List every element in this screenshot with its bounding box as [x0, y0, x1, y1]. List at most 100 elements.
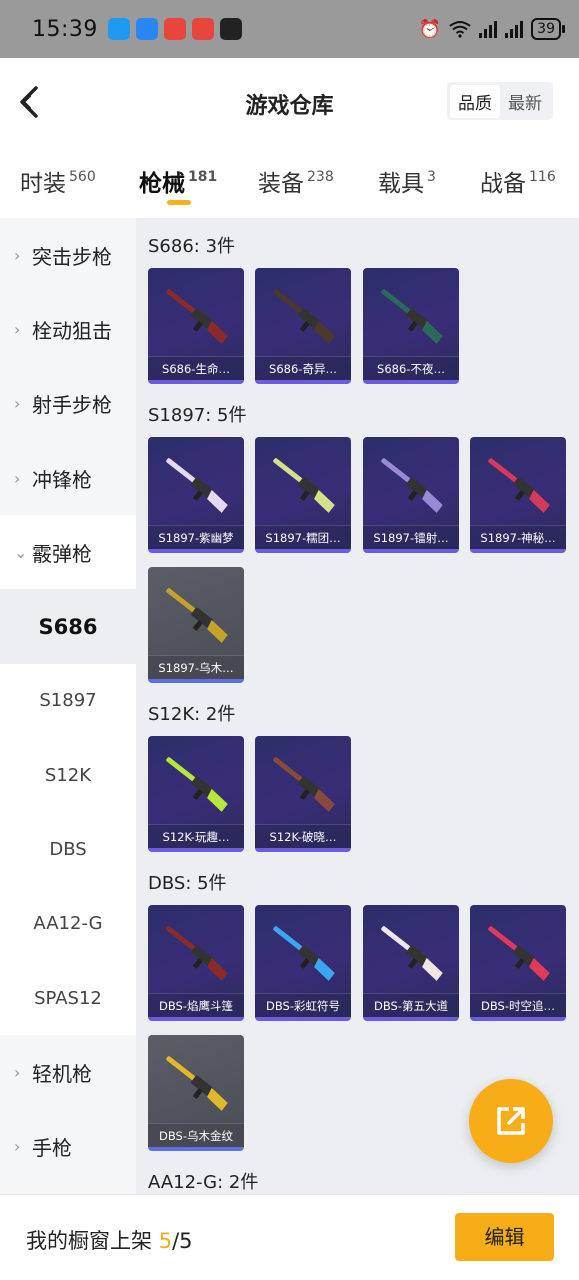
- tab-label: 战备: [480, 171, 526, 197]
- weapon-skin-card[interactable]: S1897-镭射…: [363, 437, 459, 553]
- weapon-skin-card[interactable]: S1897-神秘…: [470, 437, 566, 553]
- weapon-skin-card[interactable]: DBS-第五大道: [363, 905, 459, 1021]
- weapon-skin-card[interactable]: DBS-彩虹符号: [255, 905, 351, 1021]
- weapon-skin-card[interactable]: S1897-糯团…: [255, 437, 351, 553]
- notification-app-icon: [135, 18, 158, 40]
- tab-label: 枪械: [139, 171, 185, 197]
- sidebar-item[interactable]: DBS: [0, 812, 136, 887]
- weapon-skin-name: DBS-时空追…: [470, 993, 566, 1017]
- chevron-right-icon: ›: [14, 319, 21, 339]
- sidebar-item-label: DBS: [49, 839, 87, 861]
- sidebar-item-label: 轻机枪: [32, 1061, 92, 1086]
- active-tab-indicator: [167, 200, 191, 205]
- alarm-icon: ⏰: [418, 18, 442, 40]
- weapon-skin-card[interactable]: DBS-乌木金纹: [148, 1035, 244, 1151]
- signal-icon-2: [505, 20, 524, 38]
- shotgun-skin-icon: [166, 289, 228, 344]
- sidebar-item[interactable]: S686: [0, 589, 136, 664]
- weapon-skin-card[interactable]: DBS-焰鹰斗篷: [148, 905, 244, 1021]
- category-tabs: 时装 560 枪械 181 装备 238 载具 3 战备 116: [0, 146, 579, 218]
- sidebar-item-label: 突击步枪: [32, 244, 112, 269]
- weapon-skin-name: S686-不夜…: [363, 356, 459, 380]
- weapon-skin-card[interactable]: S686-奇异…: [255, 268, 351, 384]
- weapon-skin-card[interactable]: S12K-破晓…: [255, 736, 351, 852]
- tab-count: 116: [529, 169, 556, 185]
- shotgun-skin-icon: [166, 757, 228, 812]
- sidebar-item-label: 手枪: [32, 1136, 72, 1161]
- sidebar-item[interactable]: SPAS12: [0, 960, 136, 1036]
- notification-app-icon: [219, 18, 242, 40]
- tab-label: 载具: [378, 171, 424, 197]
- signal-icon: [479, 20, 498, 38]
- sidebar-item-label: 冲锋枪: [32, 467, 92, 492]
- group-title: AA12-G: 2件: [148, 1172, 259, 1193]
- showcase-title: 我的橱窗上架: [26, 1229, 152, 1253]
- tab-equipment[interactable]: 装备 238: [258, 164, 334, 198]
- shotgun-skin-icon: [273, 926, 335, 981]
- notification-app-icon: [163, 18, 186, 40]
- weapon-skin-card[interactable]: S686-生命…: [148, 268, 244, 384]
- sidebar-item[interactable]: › 冲锋枪: [0, 441, 136, 515]
- tab-count: 560: [69, 169, 96, 185]
- share-fab-button[interactable]: [469, 1079, 553, 1163]
- weapon-skin-name: S1897-紫幽梦: [148, 525, 244, 549]
- weapon-skin-card[interactable]: S1897-紫幽梦: [148, 437, 244, 553]
- notification-app-icon: [191, 18, 214, 40]
- weapon-skin-card[interactable]: S1897-乌木…: [148, 567, 244, 683]
- sidebar-item-label: 霰弹枪: [32, 541, 92, 566]
- shotgun-skin-icon: [381, 289, 443, 344]
- sidebar-item[interactable]: ⌄ 霰弹枪: [0, 515, 136, 590]
- sidebar-item[interactable]: › 轻机枪: [0, 1035, 136, 1109]
- tab-label: 时装: [20, 171, 66, 197]
- weapon-category-sidebar: › 突击步枪 › 栓动狙击 › 射手步枪 › 冲锋枪 ⌄ 霰弹枪 S686 S1897 S12K DBS A…: [0, 218, 136, 1194]
- notification-app-icon: [107, 18, 130, 40]
- weapon-skin-card[interactable]: S686-不夜…: [363, 268, 459, 384]
- weapon-skin-card[interactable]: DBS-时空追…: [470, 905, 566, 1021]
- showcase-count-total: /5: [172, 1229, 193, 1253]
- group-title: S1897: 5件: [148, 405, 247, 426]
- sidebar-item[interactable]: › 射手步枪: [0, 367, 136, 441]
- edit-button[interactable]: 编辑: [455, 1213, 554, 1261]
- shotgun-skin-icon: [273, 757, 335, 812]
- sidebar-item[interactable]: › 栓动狙击: [0, 292, 136, 366]
- sidebar-item-label: SPAS12: [34, 987, 102, 1009]
- tab-fashion[interactable]: 时装 560: [20, 164, 96, 198]
- weapon-skin-name: S1897-糯团…: [255, 525, 351, 549]
- weapon-skin-name: S1897-神秘…: [470, 525, 566, 549]
- sidebar-item-label: S686: [38, 614, 98, 639]
- sidebar-item[interactable]: S12K: [0, 738, 136, 813]
- sort-toggle[interactable]: 品质 最新: [447, 82, 553, 120]
- sidebar-item[interactable]: › 突击步枪: [0, 218, 136, 292]
- shotgun-skin-icon: [166, 926, 228, 981]
- sidebar-item[interactable]: S1897: [0, 663, 136, 739]
- weapon-skin-name: DBS-乌木金纹: [148, 1123, 244, 1147]
- wifi-icon: [449, 21, 471, 38]
- chevron-right-icon: ›: [14, 1062, 21, 1082]
- battery-icon: 39: [531, 18, 565, 40]
- sort-latest-option[interactable]: 最新: [500, 85, 550, 118]
- sort-quality-option[interactable]: 品质: [450, 84, 500, 118]
- shotgun-skin-icon: [381, 458, 443, 513]
- weapon-skin-name: S1897-镭射…: [363, 525, 459, 549]
- tab-count: 181: [188, 169, 218, 185]
- sidebar-item[interactable]: AA12-G: [0, 886, 136, 961]
- tab-supplies[interactable]: 战备 116: [480, 164, 556, 198]
- sidebar-item-label: S1897: [39, 690, 97, 712]
- share-external-icon: [497, 1107, 525, 1135]
- showcase-count-current: 5: [158, 1229, 173, 1253]
- shotgun-skin-icon: [381, 926, 443, 981]
- shotgun-skin-icon: [273, 458, 335, 513]
- sidebar-item-label: 射手步枪: [32, 393, 112, 418]
- tab-vehicles[interactable]: 载具 3: [378, 164, 436, 198]
- shotgun-skin-icon: [166, 458, 228, 513]
- weapon-skin-card[interactable]: S12K-玩趣…: [148, 736, 244, 852]
- shotgun-skin-icon: [488, 458, 550, 513]
- weapon-skin-name: S12K-玩趣…: [148, 824, 244, 848]
- weapon-skin-name: S686-生命…: [148, 356, 244, 380]
- weapon-skin-name: S12K-破晓…: [255, 824, 351, 848]
- showcase-label: 我的橱窗上架 5/5: [26, 1225, 193, 1255]
- status-app-icons: [107, 18, 242, 40]
- tab-guns[interactable]: 枪械 181: [139, 164, 217, 198]
- sidebar-item-label: AA12-G: [33, 913, 103, 935]
- sidebar-item[interactable]: › 手枪: [0, 1110, 136, 1184]
